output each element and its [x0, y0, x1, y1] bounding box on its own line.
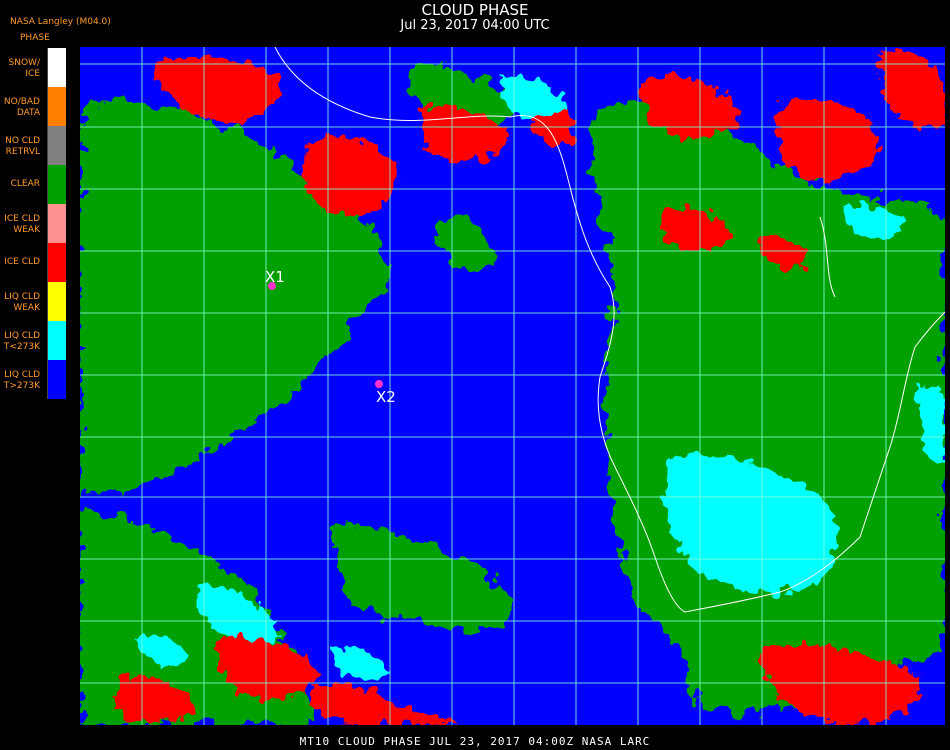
legend-item-snow-ice: SNOW/ ICE	[0, 48, 66, 87]
legend-swatch	[47, 165, 66, 204]
legend-item-clear: CLEAR	[0, 165, 66, 204]
legend-swatch	[47, 243, 66, 282]
legend-label: LIQ CLD T<273K	[3, 331, 40, 352]
legend-item-no-cld-retrvl: NO CLD RETRVL	[0, 126, 66, 165]
map-title: CLOUD PHASE	[421, 1, 529, 19]
legend-title: PHASE	[20, 33, 50, 43]
legend-swatch	[47, 126, 66, 165]
map-timestamp: Jul 23, 2017 04:00 UTC	[400, 18, 550, 33]
legend-item-no-bad-data: NO/BAD DATA	[0, 87, 66, 126]
legend-item-liq-cld-weak: LIQ CLD WEAK	[0, 282, 66, 321]
legend-label: LIQ CLD WEAK	[4, 292, 40, 313]
marker-x2-label: X2	[376, 388, 396, 406]
legend-swatch	[47, 282, 66, 321]
legend-label: NO CLD RETRVL	[5, 136, 40, 157]
footer-caption: MT10 CLOUD PHASE JUL 23, 2017 04:00Z NAS…	[299, 735, 651, 748]
legend-swatch	[47, 87, 66, 126]
phase-legend: SNOW/ ICE NO/BAD DATA NO CLD RETRVL CLEA…	[0, 48, 66, 400]
marker-x2-dot[interactable]	[375, 380, 383, 388]
legend-label: LIQ CLD T>273K	[3, 370, 40, 391]
legend-label: ICE CLD WEAK	[4, 214, 40, 235]
legend-item-liq-cld-cold: LIQ CLD T<273K	[0, 321, 66, 360]
map-layers	[80, 47, 945, 725]
legend-item-liq-cld-warm: LIQ CLD T>273K	[0, 360, 66, 399]
legend-label: CLEAR	[10, 179, 40, 189]
cloud-phase-map[interactable]	[80, 47, 945, 725]
legend-item-ice-cld: ICE CLD	[0, 243, 66, 282]
legend-item-ice-cld-weak: ICE CLD WEAK	[0, 204, 66, 243]
marker-x1-label: X1	[265, 268, 285, 286]
legend-label: SNOW/ ICE	[8, 58, 40, 79]
legend-swatch	[47, 48, 66, 87]
legend-swatch	[47, 360, 66, 399]
legend-swatch	[47, 321, 66, 360]
legend-swatch	[47, 204, 66, 243]
legend-label: ICE CLD	[4, 257, 40, 267]
legend-label: NO/BAD DATA	[3, 97, 40, 118]
